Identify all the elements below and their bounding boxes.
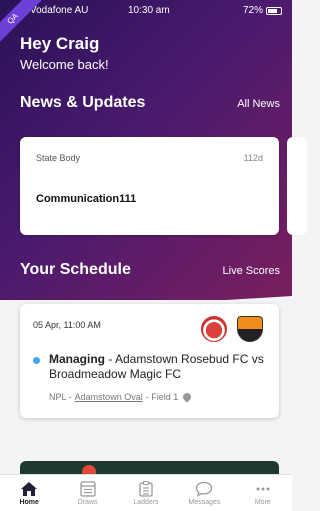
venue-link[interactable]: Adamstown Oval — [75, 392, 143, 402]
ladders-icon — [139, 480, 153, 497]
tab-label-draws: Draws — [77, 498, 98, 506]
tab-draws[interactable]: Draws — [58, 475, 116, 511]
clock: 10:30 am — [128, 5, 170, 16]
tab-ladders[interactable]: Ladders — [117, 475, 175, 511]
greeting-subtitle: Welcome back! — [20, 57, 109, 72]
battery-percent: 72% — [242, 5, 263, 16]
bottom-tab-bar: Home Draws Ladders Messages More — [0, 474, 292, 511]
game-description: Managing - Adamstown Rosebud FC vs Broad… — [49, 352, 269, 382]
tab-more[interactable]: More — [234, 475, 292, 511]
tab-label-ladders: Ladders — [133, 498, 159, 506]
home-team-logo — [201, 316, 227, 342]
tab-home[interactable]: Home — [0, 475, 58, 511]
tab-messages[interactable]: Messages — [175, 475, 233, 511]
news-source: State Body — [36, 153, 81, 163]
tab-label-messages: Messages — [188, 498, 221, 506]
status-bar: Vodafone AU 10:30 am 72% — [0, 2, 292, 18]
status-dot-icon — [33, 357, 40, 364]
game-datetime: 05 Apr, 11:00 AM — [33, 320, 101, 330]
game-field: - Field 1 — [145, 392, 179, 402]
all-news-link[interactable]: All News — [237, 98, 280, 110]
game-competition: NPL - — [49, 392, 72, 402]
news-headline: Communication111 — [36, 193, 137, 205]
game-meta: NPL - Adamstown Oval - Field 1 — [49, 391, 193, 403]
schedule-header: Your Schedule Live Scores — [20, 261, 280, 279]
tab-label-more: More — [254, 498, 271, 506]
next-news-card[interactable] — [287, 137, 307, 235]
game-role: Managing — [49, 352, 105, 366]
home-icon — [21, 481, 38, 496]
battery-status: 72% — [243, 5, 282, 16]
away-team-logo — [237, 316, 263, 342]
schedule-title: Your Schedule — [20, 261, 131, 278]
news-card[interactable]: State Body 112d Communication111 — [20, 137, 279, 235]
game-card[interactable]: 05 Apr, 11:00 AM Managing - Adamstown Ro… — [20, 304, 279, 418]
messages-icon — [196, 481, 213, 497]
draws-icon — [79, 480, 96, 497]
carrier-label: Vodafone AU — [30, 5, 89, 16]
greeting: Hey Craig Welcome back! — [20, 34, 109, 72]
live-scores-link[interactable]: Live Scores — [223, 265, 280, 277]
tab-label-home: Home — [19, 498, 39, 506]
news-header: News & Updates All News — [20, 94, 280, 112]
news-title: News & Updates — [20, 94, 146, 111]
battery-icon — [266, 6, 282, 15]
greeting-title: Hey Craig — [20, 34, 100, 53]
map-pin-icon[interactable] — [181, 391, 193, 403]
news-age: 112d — [243, 153, 263, 163]
more-icon — [256, 487, 270, 490]
